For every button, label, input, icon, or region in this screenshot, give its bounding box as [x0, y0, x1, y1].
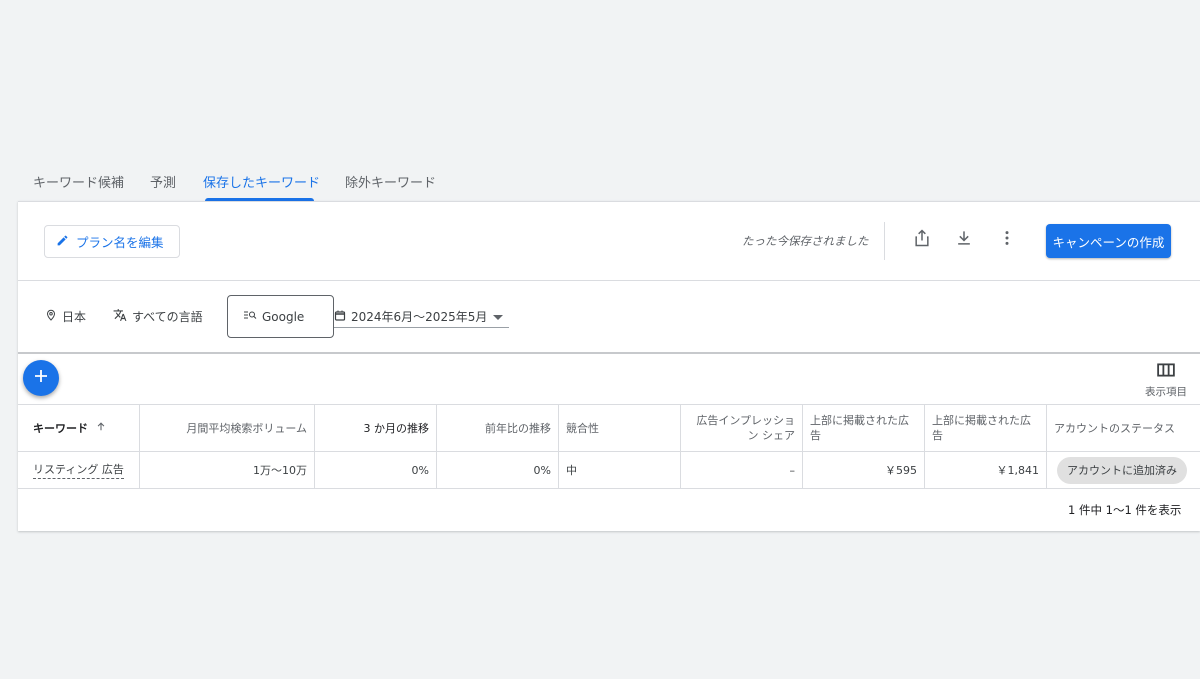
tab-keyword-ideas[interactable]: キーワード候補 — [33, 172, 124, 191]
search-network-icon — [243, 309, 257, 324]
date-range-selector[interactable]: 2024年6月～2025年5月 — [334, 306, 509, 328]
top-of-page-bid-high-cell: ￥1,841 — [925, 452, 1047, 488]
keyword-link[interactable]: リスティング 広告 — [33, 461, 124, 479]
location-filter[interactable]: 日本 — [45, 308, 86, 325]
calendar-icon — [334, 309, 346, 325]
tab-saved-keywords[interactable]: 保存したキーワード — [203, 172, 320, 191]
chevron-down-icon — [493, 315, 503, 320]
yoy-change-cell: 0% — [437, 452, 559, 488]
saved-status-text: たった今保存されました — [742, 234, 869, 248]
column-header-ad-impression-share[interactable]: 広告インプレッション シェア — [681, 405, 803, 451]
translate-icon — [113, 308, 127, 325]
column-header-label: キーワード — [33, 421, 88, 435]
search-network-filter[interactable]: Google — [227, 295, 334, 338]
add-keyword-button[interactable] — [23, 360, 59, 396]
language-filter-label: すべての言語 — [132, 310, 203, 324]
location-filter-label: 日本 — [62, 310, 87, 324]
avg-monthly-searches-cell: 1万～10万 — [140, 452, 315, 488]
header-separator — [18, 280, 1200, 281]
column-header-top-of-page-bid-high[interactable]: 上部に掲載された広告 — [925, 405, 1047, 451]
plus-icon — [32, 367, 50, 389]
keyword-cell: リスティング 広告 — [18, 452, 140, 488]
saved-keywords-panel: プラン名を編集 たった今保存されました キャンペーンの作成 日本 すべての言語 — [18, 201, 1200, 531]
more-vert-icon — [997, 228, 1017, 252]
account-status-cell: アカウントに追加済み — [1047, 452, 1200, 488]
column-header-account-status[interactable]: アカウントのステータス — [1047, 405, 1200, 451]
table-row: リスティング 広告 1万～10万 0% 0% 中 – ￥595 ￥1,841 ア… — [18, 452, 1200, 489]
columns-button[interactable]: 表示項目 — [1138, 362, 1194, 398]
edit-plan-name-button[interactable]: プラン名を編集 — [44, 225, 180, 258]
language-filter[interactable]: すべての言語 — [113, 308, 203, 325]
column-header-top-of-page-bid-low[interactable]: 上部に掲載された広告 — [803, 405, 925, 451]
download-button[interactable] — [952, 228, 976, 252]
ad-impression-share-cell: – — [681, 452, 803, 488]
search-network-label: Google — [262, 309, 305, 324]
pagination-summary: 1 件中 1～1 件を表示 — [1068, 503, 1182, 517]
column-header-yoy-change[interactable]: 前年比の推移 — [437, 405, 559, 451]
top-of-page-bid-low-cell: ￥595 — [803, 452, 925, 488]
tab-negative-keywords[interactable]: 除外キーワード — [345, 172, 436, 191]
header-divider — [884, 222, 885, 260]
share-icon — [912, 228, 932, 252]
column-header-avg-monthly-searches[interactable]: 月間平均検索ボリューム — [140, 405, 315, 451]
share-button[interactable] — [910, 228, 934, 252]
date-range-label: 2024年6月～2025年5月 — [351, 310, 488, 324]
status-badge[interactable]: アカウントに追加済み — [1057, 456, 1187, 484]
view-column-icon — [1157, 362, 1175, 381]
download-icon — [954, 228, 974, 252]
column-header-keyword[interactable]: キーワード — [18, 405, 140, 451]
competition-cell: 中 — [559, 452, 681, 488]
tab-bar: キーワード候補 予測 保存したキーワード 除外キーワード — [18, 160, 1200, 202]
location-pin-icon — [45, 308, 57, 325]
sort-arrow-up-icon — [96, 421, 106, 436]
tab-forecast[interactable]: 予測 — [150, 172, 176, 191]
more-options-button[interactable] — [995, 228, 1019, 252]
column-header-three-month-change[interactable]: 3 か月の推移 — [315, 405, 437, 451]
pencil-icon — [56, 234, 69, 250]
filter-separator — [18, 352, 1200, 354]
column-header-competition[interactable]: 競合性 — [559, 405, 681, 451]
table-header-row: キーワード 月間平均検索ボリューム 3 か月の推移 前年比の推移 競合性 広告イ… — [18, 404, 1200, 452]
create-campaign-button[interactable]: キャンペーンの作成 — [1046, 224, 1171, 258]
edit-plan-name-label: プラン名を編集 — [76, 235, 164, 250]
columns-button-label: 表示項目 — [1145, 386, 1187, 398]
three-month-change-cell: 0% — [315, 452, 437, 488]
